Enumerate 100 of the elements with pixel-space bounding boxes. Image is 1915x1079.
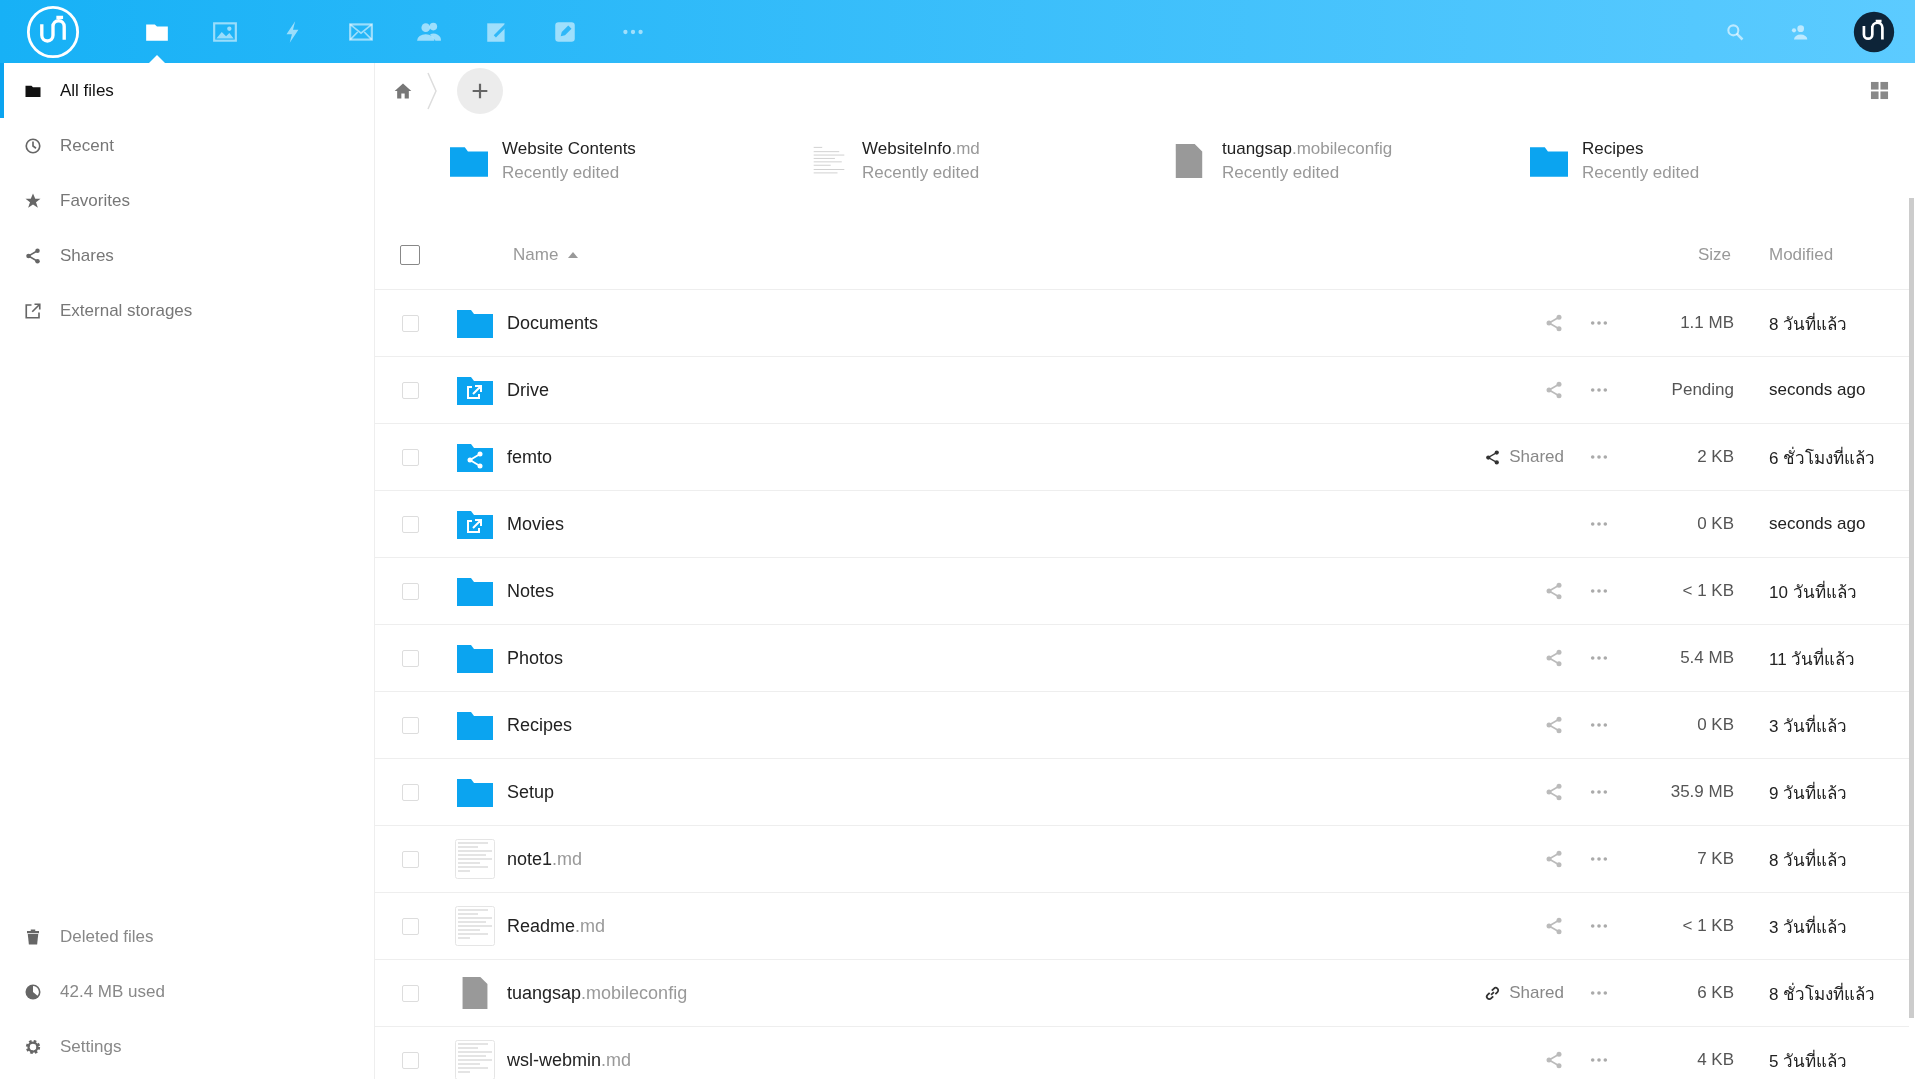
- file-size: 5.4 MB: [1680, 648, 1734, 667]
- modified-time: 11 วันที่แล้ว: [1769, 649, 1856, 669]
- file-size: 0 KB: [1697, 715, 1734, 734]
- more-icon[interactable]: [1590, 454, 1608, 460]
- grid-view-icon[interactable]: [1870, 81, 1889, 100]
- external-link-icon: [24, 301, 42, 320]
- trash-icon: [24, 927, 42, 946]
- breadcrumb-separator: [427, 70, 437, 111]
- file-size: 1.1 MB: [1680, 313, 1734, 332]
- more-icon[interactable]: [1590, 387, 1608, 393]
- file-name: WebsiteInfo.md: [862, 138, 980, 159]
- file-name: Recipes: [1582, 138, 1645, 159]
- row-checkbox[interactable]: [401, 582, 419, 600]
- more-icon[interactable]: [1590, 320, 1608, 326]
- file-name[interactable]: Notes: [507, 580, 555, 602]
- more-icon[interactable]: [1590, 521, 1608, 527]
- file-note: Recently edited: [1582, 162, 1700, 183]
- file-size: 0 KB: [1697, 514, 1734, 533]
- sidebar-item[interactable]: External storages: [0, 283, 374, 338]
- folder-icon: [457, 575, 493, 607]
- more-icon[interactable]: [1590, 789, 1608, 795]
- settings-icon: [24, 1037, 42, 1056]
- file-name[interactable]: Photos: [507, 647, 564, 669]
- file-size: 7 KB: [1697, 849, 1734, 868]
- more-icon[interactable]: [1590, 722, 1608, 728]
- row-checkbox[interactable]: [401, 850, 419, 868]
- search-icon[interactable]: [1725, 21, 1745, 42]
- modified-time: seconds ago: [1769, 380, 1866, 399]
- file-note: Recently edited: [502, 162, 621, 183]
- share-icon[interactable]: [1544, 648, 1564, 668]
- shared-button[interactable]: Shared: [1484, 447, 1564, 467]
- select-all-checkbox[interactable]: [400, 245, 420, 265]
- recent-file[interactable]: Recipes Recently edited: [1530, 138, 1890, 183]
- row-checkbox[interactable]: [401, 448, 419, 466]
- more-icon[interactable]: [1590, 588, 1608, 594]
- sidebar-item[interactable]: Settings: [0, 1019, 374, 1074]
- file-name[interactable]: Drive: [507, 379, 549, 401]
- recent-file[interactable]: WebsiteInfo.md Recently edited: [810, 138, 1170, 183]
- shared-folder-icon: [457, 441, 493, 473]
- row-checkbox[interactable]: [401, 649, 419, 667]
- more-icon[interactable]: [1590, 923, 1608, 929]
- file-name: tuangsap.mobileconfig: [1222, 138, 1393, 159]
- sidebar-item[interactable]: 42.4 MB used: [0, 964, 374, 1019]
- row-checkbox[interactable]: [401, 381, 419, 399]
- shared-button[interactable]: Shared: [1484, 983, 1564, 1003]
- sidebar-item[interactable]: All files: [0, 63, 374, 118]
- more-icon[interactable]: [1590, 655, 1608, 661]
- modified-time: 8 วันที่แล้ว: [1769, 314, 1848, 334]
- recent-file[interactable]: Website Contents Recently edited: [450, 138, 810, 183]
- row-checkbox[interactable]: [401, 984, 419, 1002]
- file-size: 6 KB: [1697, 983, 1734, 1002]
- more-icon[interactable]: [1590, 856, 1608, 862]
- modified-time: 5 วันที่แล้ว: [1769, 1051, 1848, 1071]
- share-icon[interactable]: [1544, 849, 1564, 869]
- share-icon[interactable]: [1544, 715, 1564, 735]
- sort-icon[interactable]: [568, 252, 579, 258]
- avatar-icon[interactable]: [1853, 10, 1895, 53]
- modified-time: seconds ago: [1769, 514, 1866, 533]
- row-checkbox[interactable]: [401, 314, 419, 332]
- new-button[interactable]: [457, 67, 503, 114]
- share-icon: [24, 246, 42, 265]
- more-icon[interactable]: [1590, 1057, 1608, 1063]
- share-icon[interactable]: [1544, 916, 1564, 936]
- modified-time: 3 วันที่แล้ว: [1769, 716, 1848, 736]
- share-icon[interactable]: [1544, 313, 1564, 333]
- folder-icon: [457, 642, 493, 674]
- folder-icon: [457, 776, 493, 808]
- row-checkbox[interactable]: [401, 1051, 419, 1069]
- file-name[interactable]: femto: [507, 446, 553, 468]
- modified-time: 8 วันที่แล้ว: [1769, 850, 1848, 870]
- sidebar-item[interactable]: Deleted files: [0, 909, 374, 964]
- file-name[interactable]: tuangsap.mobileconfig: [507, 982, 688, 1004]
- file-name[interactable]: wsl-webmin.md: [507, 1049, 632, 1071]
- more-icon[interactable]: [1590, 990, 1608, 996]
- share-icon[interactable]: [1544, 581, 1564, 601]
- sidebar-item[interactable]: Shares: [0, 228, 374, 283]
- share-icon[interactable]: [1544, 380, 1564, 400]
- file-name[interactable]: Documents: [507, 312, 599, 334]
- file-size: 35.9 MB: [1670, 782, 1734, 801]
- file-name[interactable]: Readme.md: [507, 915, 606, 937]
- file-name: Website Contents: [502, 138, 636, 159]
- recent-file[interactable]: tuangsap.mobileconfig Recently edited: [1170, 138, 1530, 183]
- row-checkbox[interactable]: [401, 515, 419, 533]
- file-name[interactable]: note1.md: [507, 848, 583, 870]
- folder-icon: [457, 709, 493, 741]
- file-name[interactable]: Setup: [507, 781, 555, 803]
- file-size: Pending: [1671, 380, 1734, 399]
- modified-time: 8 ชั่วโมงที่แล้ว: [1769, 984, 1876, 1004]
- active-indicator: [149, 55, 165, 63]
- share-icon[interactable]: [1544, 1050, 1564, 1070]
- file-name[interactable]: Recipes: [507, 714, 573, 736]
- row-checkbox[interactable]: [401, 917, 419, 935]
- row-checkbox[interactable]: [401, 716, 419, 734]
- share-icon[interactable]: [1544, 782, 1564, 802]
- sidebar-item[interactable]: Favorites: [0, 173, 374, 228]
- sidebar-item[interactable]: Recent: [0, 118, 374, 173]
- file-size: < 1 KB: [1682, 581, 1734, 600]
- row-checkbox[interactable]: [401, 783, 419, 801]
- logo-icon[interactable]: [25, 3, 81, 60]
- file-name[interactable]: Movies: [507, 513, 564, 535]
